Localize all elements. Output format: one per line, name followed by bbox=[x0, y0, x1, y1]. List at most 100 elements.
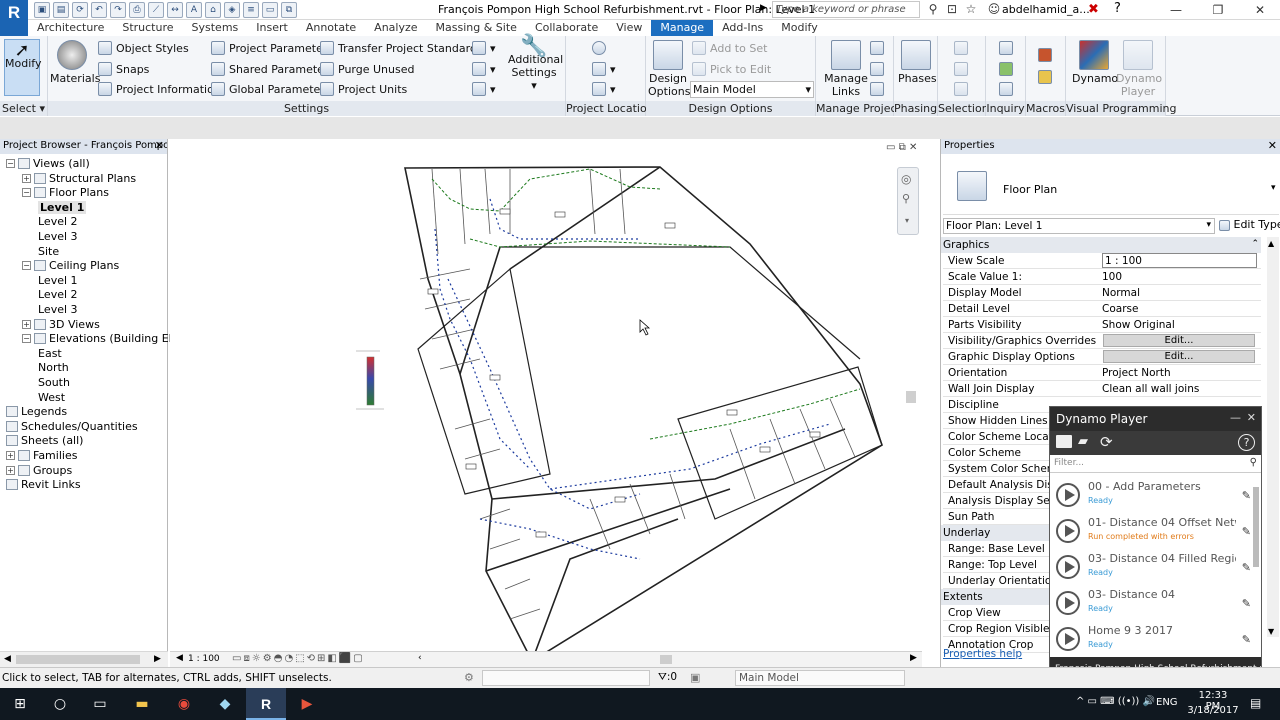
script-list-scrollbar[interactable] bbox=[1253, 487, 1259, 567]
browser-node[interactable]: Level 3 bbox=[38, 303, 78, 316]
thin-lines-icon[interactable]: ≡ bbox=[243, 2, 259, 18]
scrollbar-thumb[interactable] bbox=[16, 655, 140, 664]
file-explorer-icon[interactable]: ▬ bbox=[122, 688, 162, 720]
collapse-icon[interactable]: ⌃ bbox=[1251, 239, 1259, 249]
tab-annotate[interactable]: Annotate bbox=[297, 20, 365, 36]
tab-manage[interactable]: Manage bbox=[651, 20, 714, 36]
close-icon[interactable]: ✕ bbox=[155, 139, 164, 152]
language-indicator[interactable]: ENG bbox=[1156, 697, 1178, 708]
add-to-set-button[interactable]: Add to Set bbox=[692, 41, 767, 55]
pencil-icon[interactable]: ✎ bbox=[1242, 633, 1251, 646]
property-row[interactable]: View Scale 1 : 100 bbox=[943, 253, 1261, 269]
switch-windows-icon[interactable]: ⧉ bbox=[281, 2, 297, 18]
property-value[interactable]: Clean all wall joins bbox=[1102, 383, 1199, 395]
tab-view[interactable]: View bbox=[607, 20, 651, 36]
print-icon[interactable]: ⎙ bbox=[129, 2, 145, 18]
close-button[interactable]: ✕ bbox=[1239, 0, 1280, 20]
help-icon[interactable]: ? bbox=[1238, 434, 1255, 451]
edit-button[interactable]: Edit... bbox=[1103, 334, 1255, 347]
scroll-left-icon[interactable]: ◀ bbox=[4, 654, 11, 664]
browser-node[interactable]: Level 1 bbox=[38, 200, 87, 214]
browser-node[interactable]: North bbox=[38, 361, 69, 374]
canvas-scrollbar-thumb[interactable] bbox=[906, 391, 916, 403]
worksets-icon[interactable]: ⚙ bbox=[464, 671, 474, 684]
play-icon[interactable] bbox=[1056, 591, 1080, 615]
group-label-select[interactable]: Select ▾ bbox=[0, 101, 47, 116]
star-icon[interactable]: ☆ bbox=[963, 1, 979, 17]
design-options-button[interactable]: Design Options bbox=[648, 40, 690, 98]
scroll-left-icon[interactable]: ◀ bbox=[176, 653, 183, 663]
browser-node[interactable]: + Structural Plans bbox=[22, 172, 136, 185]
minimize-button[interactable]: — bbox=[1155, 0, 1197, 20]
drawing-canvas[interactable]: ▭ ⧉ ✕ ◎ ⚲ ▾ bbox=[170, 139, 922, 653]
select-by-id-icon[interactable] bbox=[999, 62, 1013, 76]
undo-icon[interactable]: ↶ bbox=[91, 2, 107, 18]
x-exchange-icon[interactable]: ✖ bbox=[1088, 2, 1099, 17]
windows-start-icon[interactable]: ⊞ bbox=[0, 688, 40, 720]
browser-node[interactable]: Schedules/Quantities bbox=[6, 420, 138, 433]
subscription-icon[interactable]: ⊡ bbox=[944, 1, 960, 17]
type-selector[interactable]: Floor Plan ▾ bbox=[943, 157, 1279, 215]
transfer-project-standards-button[interactable]: Transfer Project Standards bbox=[320, 41, 483, 55]
pencil-icon[interactable]: ✎ bbox=[1242, 597, 1251, 610]
browser-node[interactable]: West bbox=[38, 391, 65, 404]
property-row[interactable]: Detail Level Coarse bbox=[943, 301, 1261, 317]
property-row[interactable]: Display Model Normal bbox=[943, 285, 1261, 301]
collapse-icon[interactable]: − bbox=[22, 188, 31, 198]
pick-to-edit-button[interactable]: Pick to Edit bbox=[692, 62, 771, 76]
dimension-icon[interactable]: ↔ bbox=[167, 2, 183, 18]
system-tray-icons[interactable]: ^ ▭ ⌨ ((•)) 🔊 bbox=[1076, 696, 1155, 707]
property-row[interactable]: Graphic Display Options Edit... bbox=[943, 349, 1261, 365]
manage-images-icon[interactable] bbox=[870, 41, 884, 55]
browser-horizontal-scrollbar[interactable]: ◀ ▶ bbox=[0, 651, 168, 667]
shared-parameters-button[interactable]: Shared Parameters bbox=[211, 62, 334, 76]
clock-date[interactable]: 3/18/2017 bbox=[1187, 705, 1239, 716]
edit-type-button[interactable]: Edit Type bbox=[1219, 218, 1280, 231]
structural-settings-icon[interactable]: ▾ bbox=[472, 41, 496, 55]
username[interactable]: abdelhamid_a... bbox=[1002, 3, 1090, 16]
tab-modify[interactable]: Modify bbox=[772, 20, 826, 36]
property-value[interactable]: Show Original bbox=[1102, 319, 1175, 331]
object-styles-button[interactable]: Object Styles bbox=[98, 41, 189, 55]
play-icon[interactable] bbox=[1056, 483, 1080, 507]
scroll-up-icon[interactable]: ▲ bbox=[1268, 239, 1274, 248]
position-icon[interactable]: ▾ bbox=[592, 82, 616, 96]
play-icon[interactable] bbox=[1056, 555, 1080, 579]
browser-node[interactable]: − Views (all) bbox=[6, 157, 90, 170]
sync-icon[interactable]: ⟳ bbox=[72, 2, 88, 18]
browser-node[interactable]: +3D Views bbox=[22, 318, 100, 331]
panel-schedule-icon[interactable]: ▾ bbox=[472, 82, 496, 96]
expand-icon[interactable]: + bbox=[22, 319, 31, 329]
manage-links-button[interactable]: Manage Links bbox=[824, 40, 868, 98]
app-icon[interactable]: ◆ bbox=[205, 688, 245, 720]
open-icon[interactable]: ▣ bbox=[34, 2, 50, 18]
browser-node[interactable]: − Floor Plans bbox=[22, 186, 109, 199]
save-selection-icon[interactable] bbox=[954, 41, 968, 55]
scroll-right-icon[interactable]: ▶ bbox=[910, 653, 917, 663]
main-model-status-select[interactable]: Main Model bbox=[735, 670, 905, 686]
browser-node[interactable]: Sheets (all) bbox=[6, 434, 83, 447]
property-row[interactable]: Orientation Project North bbox=[943, 365, 1261, 381]
open-folder-icon[interactable]: ▰ bbox=[1078, 434, 1088, 449]
property-value[interactable]: 1 : 100 bbox=[1102, 253, 1257, 268]
property-value[interactable]: Project North bbox=[1102, 367, 1171, 379]
properties-scrollbar[interactable]: ▲ ▼ bbox=[1267, 237, 1279, 637]
property-value[interactable]: Coarse bbox=[1102, 303, 1138, 315]
mep-settings-icon[interactable]: ▾ bbox=[472, 62, 496, 76]
section-icon[interactable]: ◈ bbox=[224, 2, 240, 18]
cortana-icon[interactable]: ○ bbox=[40, 688, 80, 720]
purge-unused-button[interactable]: Purge Unused bbox=[320, 62, 414, 76]
collapse-icon[interactable]: − bbox=[6, 159, 15, 168]
revit-logo[interactable]: R bbox=[0, 0, 28, 36]
pencil-icon[interactable]: ✎ bbox=[1242, 489, 1251, 502]
modify-button[interactable]: ➚ Modify bbox=[4, 39, 41, 96]
materials-button[interactable]: Materials bbox=[50, 40, 100, 85]
expand-icon[interactable]: + bbox=[6, 451, 15, 460]
pencil-icon[interactable]: ✎ bbox=[1242, 525, 1251, 538]
close-hidden-icon[interactable]: ▭ bbox=[262, 2, 278, 18]
tab-insert[interactable]: Insert bbox=[247, 20, 297, 36]
project-parameters-button[interactable]: Project Parameters bbox=[211, 41, 333, 55]
browser-node[interactable]: Level 1 bbox=[38, 274, 78, 287]
save-icon[interactable]: ▤ bbox=[53, 2, 69, 18]
phases-button[interactable]: Phases bbox=[898, 40, 937, 85]
